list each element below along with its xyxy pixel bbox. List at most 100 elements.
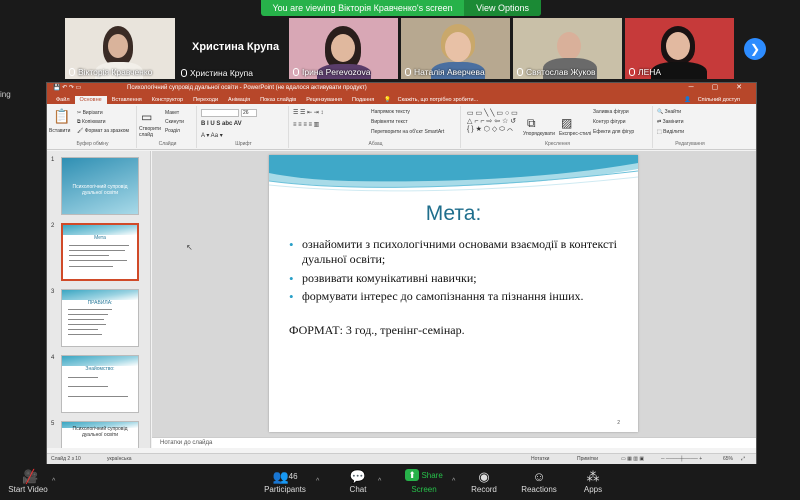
shape-fill-button[interactable]: Заливка фігури	[593, 109, 629, 115]
participant-name: Ірина Perevozova	[293, 67, 371, 77]
ribbon: 📋 Вставити ✂ Вирізати ⧉ Копіювати 🖌 Форм…	[47, 104, 756, 150]
chat-button[interactable]: 💬 Chat	[340, 469, 376, 494]
font-color-icons[interactable]: A ▾ Aa ▾	[201, 132, 223, 139]
start-video-button[interactable]: 🎥╱ Start Video	[4, 469, 52, 494]
participant-tile[interactable]: Вікторія Кравченко	[64, 17, 176, 80]
section-button[interactable]: Розділ	[165, 128, 180, 134]
powerpoint-window: 💾 ↶ ↷ ▭ Психологічний супровід дуальної …	[46, 82, 757, 464]
slides-group: ▭ Створити слайд Макет Скинути Розділ Сл…	[139, 106, 197, 148]
participant-name: ЛЕНА	[629, 67, 661, 77]
slide-page-number: 2	[617, 420, 620, 426]
comments-toggle[interactable]: Примітки	[577, 456, 598, 462]
new-slide-icon[interactable]: ▭	[141, 110, 152, 124]
window-controls[interactable]: ─ ▢ ✕	[689, 83, 750, 91]
tab-review[interactable]: Рецензування	[301, 96, 347, 104]
participant-tile[interactable]: ЛЕНА	[624, 17, 735, 80]
tab-transitions[interactable]: Переходи	[188, 96, 223, 104]
slide-thumbnail-4[interactable]: Знайомство:	[61, 355, 139, 413]
slide-thumbnail-3[interactable]: ПРАВИЛА:	[61, 289, 139, 347]
participant-tile[interactable]: Святослав Жуков	[512, 17, 623, 80]
view-buttons[interactable]: ▭ ▦ ▥ ▣	[621, 456, 644, 462]
zoom-level[interactable]: 65%	[723, 456, 733, 462]
participant-tile[interactable]: Ірина Perevozova	[288, 17, 399, 80]
drawing-group: ▭ ▭ ╲ ╲ ▭ ○ ▭ △ ⌐ ⌐ ⇨ ⇦ ☆ ↺{ } ★ ⬡ ◇ ⬭ ⌒ …	[463, 106, 653, 148]
quick-access-icons[interactable]: 💾 ↶ ↷ ▭	[53, 84, 81, 91]
slide-thumbnail-1[interactable]: Психологічний супровід дуальної освіти	[61, 157, 139, 215]
slide-header-wave	[269, 155, 638, 192]
participants-button[interactable]: 👥46 Participants	[258, 469, 312, 494]
format-painter-button[interactable]: 🖌 Формат за зразком	[77, 128, 129, 134]
paragraph-group: ☰ ☰ ⇤ ⇥ ↕ ≡ ≡ ≡ ≡ ▥ Напрямок тексту Вирі…	[291, 106, 461, 148]
language-indicator[interactable]: українська	[107, 456, 132, 462]
quick-styles-button[interactable]: Експрес-стилі	[559, 131, 591, 137]
paste-icon[interactable]: 📋	[53, 108, 70, 125]
thumb-title: ПРАВИЛА:	[87, 300, 113, 306]
replace-button[interactable]: ⇄ Замінити	[657, 119, 684, 125]
align-icons[interactable]: ≡ ≡ ≡ ≡ ▥	[293, 121, 319, 128]
share-screen-icon: ⬆	[405, 469, 420, 481]
cut-button[interactable]: ✂ Вирізати	[77, 110, 103, 116]
reactions-button[interactable]: ☺ Reactions	[518, 469, 560, 494]
thumb-title: Мета	[94, 235, 106, 241]
layout-button[interactable]: Макет	[165, 110, 179, 116]
fit-slide-icon[interactable]: ⤢	[741, 456, 745, 462]
shapes-gallery[interactable]: ▭ ▭ ╲ ╲ ▭ ○ ▭ △ ⌐ ⌐ ⇨ ⇦ ☆ ↺{ } ★ ⬡ ◇ ⬭ ⌒	[467, 109, 518, 134]
slide-thumbnail-2[interactable]: Мета	[61, 223, 139, 281]
title-bar: 💾 ↶ ↷ ▭ Психологічний супровід дуальної …	[47, 83, 756, 93]
quick-styles-icon[interactable]: ▨	[561, 116, 572, 130]
slide-thumbnail-5[interactable]: Психологічний супровід дуальної освіти	[61, 421, 139, 448]
share-options-caret[interactable]: ^	[452, 478, 455, 485]
text-direction-button[interactable]: Напрямок тексту	[371, 109, 410, 115]
tab-design[interactable]: Конструктор	[147, 96, 188, 104]
tab-file[interactable]: Файл	[51, 96, 75, 104]
participant-tile[interactable]: Наталія Аверчева	[400, 17, 511, 80]
font-group: 26 B I U S abc AV A ▾ Aa ▾ Шрифт	[199, 106, 289, 148]
thumb-title: Знайомство:	[85, 366, 115, 372]
shape-effects-button[interactable]: Ефекти для фігур	[593, 129, 634, 135]
notes-toggle[interactable]: Нотатки	[531, 456, 549, 462]
font-size-input[interactable]: 26	[241, 109, 257, 117]
participant-tile[interactable]: Христина Крупа Христина Крупа	[177, 17, 287, 80]
new-slide-button[interactable]: Створити слайд	[139, 126, 163, 138]
font-format-icons[interactable]: B I U S abc AV	[201, 121, 242, 127]
current-slide[interactable]: Мета: ознайомити з психологічними основа…	[269, 155, 638, 432]
view-options-button[interactable]: View Options	[464, 0, 541, 16]
paste-button[interactable]: Вставити	[49, 128, 70, 134]
font-family-input[interactable]	[201, 109, 239, 117]
share-screen-button[interactable]: ⬆ Share Screen	[396, 469, 452, 494]
find-button[interactable]: 🔍 Знайти	[657, 109, 681, 115]
tab-slideshow[interactable]: Показ слайдів	[255, 96, 301, 104]
editing-group: 🔍 Знайти ⇄ Замінити ⬚ Виділити Редагуван…	[655, 106, 725, 148]
group-label: Редагування	[675, 141, 705, 147]
tab-home[interactable]: Основне	[74, 96, 107, 104]
align-text-button[interactable]: Вирівняти текст	[371, 119, 408, 125]
notes-field[interactable]: Нотатки до слайда	[152, 437, 756, 448]
thumb-number: 5	[51, 421, 55, 427]
thumb-title: Психологічний супровід дуальної освіти	[72, 184, 128, 196]
apps-button[interactable]: ⁂ Apps	[578, 469, 608, 494]
tab-view[interactable]: Подання	[347, 96, 379, 104]
mic-icon	[181, 69, 187, 77]
chat-options-caret[interactable]: ^	[378, 478, 381, 485]
smartart-button[interactable]: Перетворити на об'єкт SmartArt	[371, 129, 444, 135]
banner-message: You are viewing Вікторія Кравченко's scr…	[272, 3, 453, 13]
shape-outline-button[interactable]: Контур фігури	[593, 119, 625, 125]
zoom-slider[interactable]: ─ ────┼──── +	[661, 456, 702, 462]
arrange-button[interactable]: Упорядкувати	[523, 131, 555, 137]
share-button[interactable]: 👤 Спільний доступ	[679, 96, 750, 104]
next-page-icon[interactable]: ❯	[744, 38, 766, 60]
slide-editor: Мета: ознайомити з психологічними основа…	[152, 151, 756, 437]
reset-button[interactable]: Скинути	[165, 119, 184, 125]
select-button[interactable]: ⬚ Виділити	[657, 129, 684, 135]
list-icons[interactable]: ☰ ☰ ⇤ ⇥ ↕	[293, 109, 323, 116]
tab-insert[interactable]: Вставлення	[107, 96, 147, 104]
tab-animations[interactable]: Анімація	[223, 96, 255, 104]
participants-options-caret[interactable]: ^	[316, 478, 319, 485]
record-button[interactable]: ◉ Record	[466, 469, 502, 494]
tell-me-box[interactable]: 💡 Скажіть, що потрібно зробити...	[379, 96, 488, 104]
video-options-caret[interactable]: ^	[52, 478, 55, 485]
copy-button[interactable]: ⧉ Копіювати	[77, 119, 106, 125]
slide-format-text: ФОРМАТ: 3 год., тренінг-семінар.	[289, 323, 465, 337]
slide-title: Мета:	[425, 202, 482, 225]
arrange-icon[interactable]: ⧉	[527, 116, 536, 131]
